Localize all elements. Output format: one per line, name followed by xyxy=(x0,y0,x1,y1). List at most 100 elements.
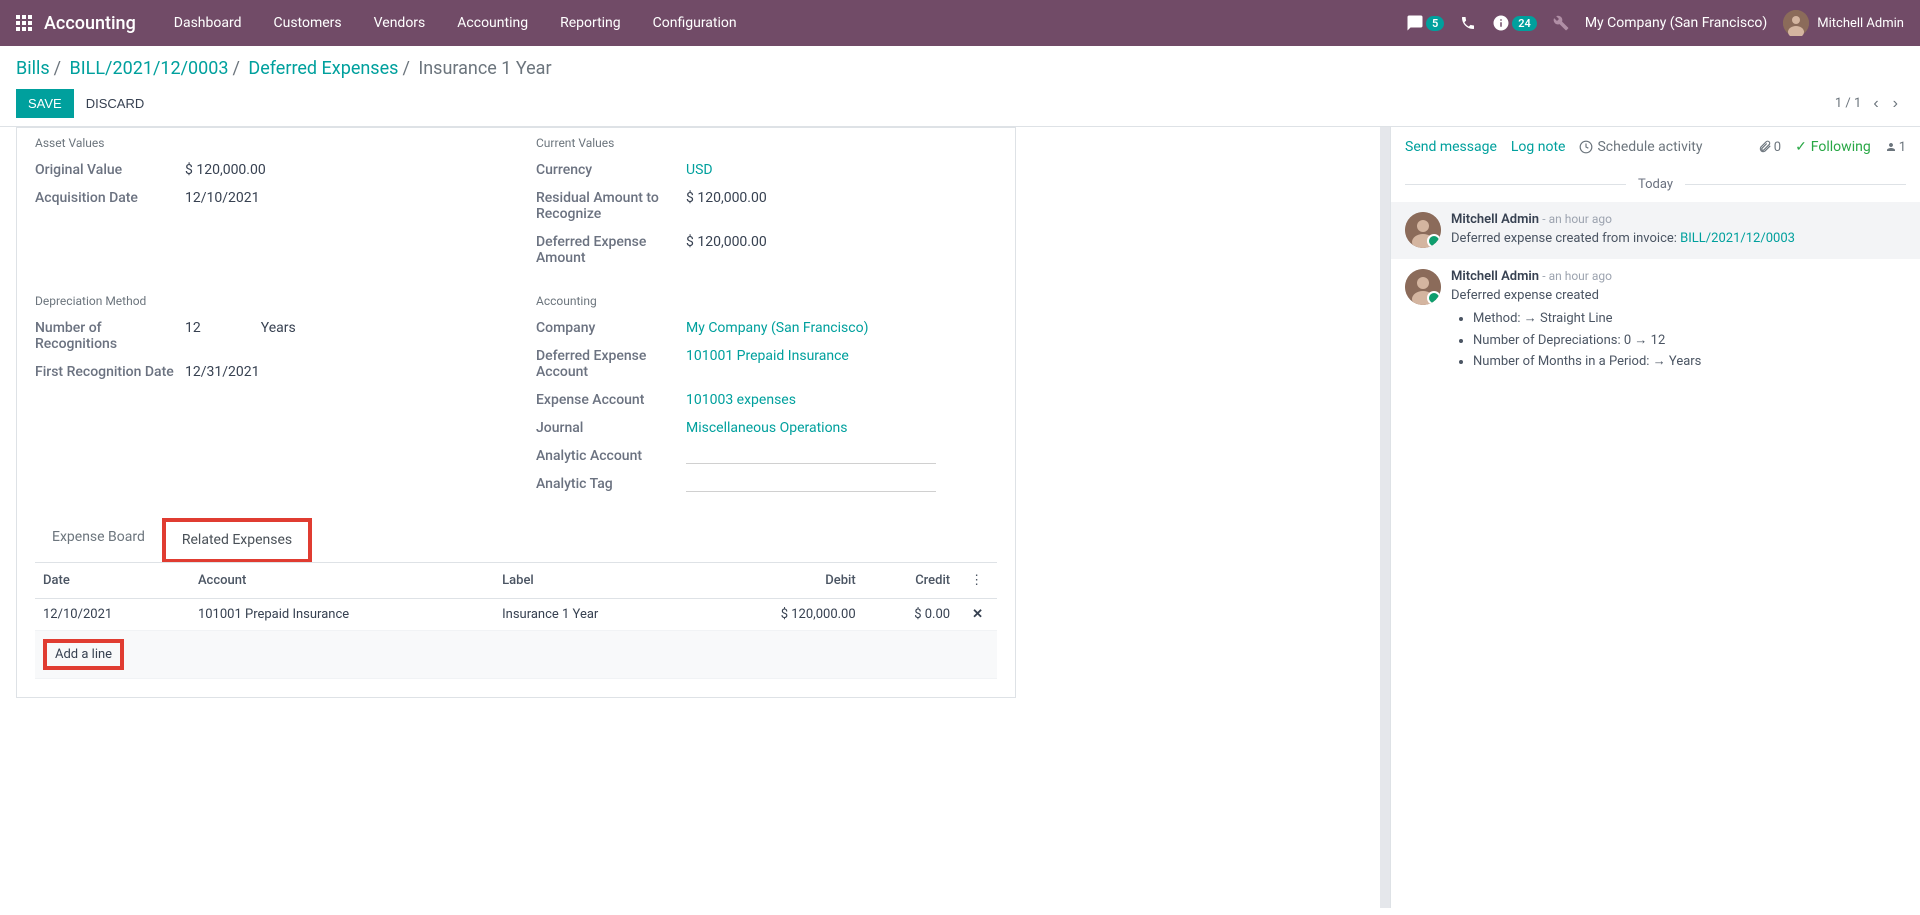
value-num-recognitions[interactable]: 12 xyxy=(185,320,201,352)
label-original-value: Original Value xyxy=(35,162,185,178)
msg-text: Deferred expense created xyxy=(1451,288,1599,303)
tracking-item: Number of Months in a Period: → Years xyxy=(1473,352,1906,372)
user-name: Mitchell Admin xyxy=(1817,16,1904,31)
label-acquisition-date: Acquisition Date xyxy=(35,190,185,206)
value-original-value: $ 120,000.00 xyxy=(185,162,266,178)
company-selector[interactable]: My Company (San Francisco) xyxy=(1585,15,1767,31)
nav-menu: Dashboard Customers Vendors Accounting R… xyxy=(160,7,751,39)
section-depreciation: Depreciation Method xyxy=(35,286,496,314)
value-company[interactable]: My Company (San Francisco) xyxy=(686,320,868,336)
delete-row-icon[interactable]: ✕ xyxy=(966,607,989,622)
nav-dashboard[interactable]: Dashboard xyxy=(160,7,256,39)
send-message-link[interactable]: Send message xyxy=(1405,139,1497,155)
value-period[interactable]: Years xyxy=(261,320,296,352)
form-sheet: Asset Values Original Value $ 120,000.00… xyxy=(0,127,1390,908)
breadcrumb-bill[interactable]: BILL/2021/12/0003 xyxy=(70,58,229,79)
pager-next[interactable]: › xyxy=(1887,91,1904,117)
cell-date[interactable]: 12/10/2021 xyxy=(35,599,190,631)
breadcrumb-deferred[interactable]: Deferred Expenses xyxy=(248,58,398,79)
section-accounting: Accounting xyxy=(536,286,997,314)
activity-badge: 24 xyxy=(1512,16,1537,31)
value-currency[interactable]: USD xyxy=(686,162,713,178)
th-credit[interactable]: Credit xyxy=(864,563,958,599)
kebab-icon[interactable]: ⋮ xyxy=(966,573,987,588)
avatar-icon xyxy=(1405,212,1441,248)
msg-time: - an hour ago xyxy=(1542,212,1612,226)
message: Mitchell Admin - an hour ago Deferred ex… xyxy=(1391,259,1920,384)
message: Mitchell Admin - an hour ago Deferred ex… xyxy=(1391,202,1920,259)
debug-icon[interactable] xyxy=(1553,15,1569,31)
tab-expense-board[interactable]: Expense Board xyxy=(35,518,162,562)
attachments-button[interactable]: 0 xyxy=(1758,140,1781,155)
label-journal: Journal xyxy=(536,420,686,436)
label-currency: Currency xyxy=(536,162,686,178)
activity-icon[interactable]: 24 xyxy=(1492,14,1537,32)
th-debit[interactable]: Debit xyxy=(698,563,863,599)
input-analytic-account[interactable] xyxy=(686,448,936,464)
discard-button[interactable]: Discard xyxy=(74,89,157,118)
followers-button[interactable]: 1 xyxy=(1885,140,1906,155)
apps-icon[interactable] xyxy=(16,15,32,31)
label-analytic-tag: Analytic Tag xyxy=(536,476,686,492)
scrollbar[interactable] xyxy=(1380,127,1390,908)
label-deferred-amount: Deferred Expense Amount xyxy=(536,234,686,266)
section-asset-values: Asset Values xyxy=(35,128,496,156)
msg-author[interactable]: Mitchell Admin xyxy=(1451,269,1539,284)
following-button[interactable]: ✓ Following xyxy=(1795,139,1871,155)
value-deferred-account[interactable]: 101001 Prepaid Insurance xyxy=(686,348,849,364)
label-deferred-account: Deferred Expense Account xyxy=(536,348,686,380)
cell-debit[interactable]: $ 120,000.00 xyxy=(698,599,863,631)
nav-vendors[interactable]: Vendors xyxy=(360,7,440,39)
tab-related-expenses[interactable]: Related Expenses xyxy=(162,518,312,562)
schedule-activity-link[interactable]: Schedule activity xyxy=(1579,139,1702,155)
msg-link[interactable]: BILL/2021/12/0003 xyxy=(1680,231,1795,246)
nav-customers[interactable]: Customers xyxy=(260,7,356,39)
tracking-item: Method: → Straight Line xyxy=(1473,309,1906,329)
label-analytic-account: Analytic Account xyxy=(536,448,686,464)
label-residual: Residual Amount to Recognize xyxy=(536,190,686,222)
value-deferred-amount: $ 120,000.00 xyxy=(686,234,767,266)
cell-credit[interactable]: $ 0.00 xyxy=(864,599,958,631)
value-first-recognition[interactable]: 12/31/2021 xyxy=(185,364,260,380)
tabs: Expense Board Related Expenses xyxy=(35,518,997,563)
topbar: Accounting Dashboard Customers Vendors A… xyxy=(0,0,1920,46)
log-note-link[interactable]: Log note xyxy=(1511,139,1566,155)
avatar-icon xyxy=(1405,269,1441,305)
nav-accounting[interactable]: Accounting xyxy=(443,7,542,39)
add-line-link[interactable]: Add a line xyxy=(55,647,112,662)
tracking-item: Number of Depreciations: 0 → 12 xyxy=(1473,331,1906,351)
section-current-values: Current Values xyxy=(536,128,997,156)
label-first-recognition: First Recognition Date xyxy=(35,364,185,380)
value-residual: $ 120,000.00 xyxy=(686,190,767,222)
msg-author[interactable]: Mitchell Admin xyxy=(1451,212,1539,227)
value-expense-account[interactable]: 101003 expenses xyxy=(686,392,796,408)
phone-icon[interactable] xyxy=(1460,15,1476,31)
pager-prev[interactable]: ‹ xyxy=(1867,91,1884,117)
value-acquisition-date: 12/10/2021 xyxy=(185,190,260,206)
th-date[interactable]: Date xyxy=(35,563,190,599)
app-title[interactable]: Accounting xyxy=(44,13,136,34)
pager-text[interactable]: 1 / 1 xyxy=(1835,96,1861,111)
label-expense-account: Expense Account xyxy=(536,392,686,408)
nav-reporting[interactable]: Reporting xyxy=(546,7,635,39)
th-account[interactable]: Account xyxy=(190,563,494,599)
cell-account[interactable]: 101001 Prepaid Insurance xyxy=(190,599,494,631)
user-menu[interactable]: Mitchell Admin xyxy=(1783,10,1904,36)
save-button[interactable]: Save xyxy=(16,89,74,118)
messages-icon[interactable]: 5 xyxy=(1406,14,1444,32)
table-row[interactable]: 12/10/2021 101001 Prepaid Insurance Insu… xyxy=(35,599,997,631)
input-analytic-tag[interactable] xyxy=(686,476,936,492)
cell-label[interactable]: Insurance 1 Year xyxy=(494,599,698,631)
msg-text: Deferred expense created from invoice: xyxy=(1451,231,1680,246)
control-panel: Bills/ BILL/2021/12/0003/ Deferred Expen… xyxy=(0,46,1920,127)
breadcrumb-current: Insurance 1 Year xyxy=(418,58,551,79)
value-journal[interactable]: Miscellaneous Operations xyxy=(686,420,848,436)
user-avatar-icon xyxy=(1783,10,1809,36)
breadcrumb-bills[interactable]: Bills xyxy=(16,58,50,79)
chatter: Send message Log note Schedule activity … xyxy=(1390,127,1920,908)
nav-configuration[interactable]: Configuration xyxy=(639,7,751,39)
th-label[interactable]: Label xyxy=(494,563,698,599)
msg-time: - an hour ago xyxy=(1542,269,1612,283)
today-separator: Today xyxy=(1626,177,1685,192)
label-company: Company xyxy=(536,320,686,336)
